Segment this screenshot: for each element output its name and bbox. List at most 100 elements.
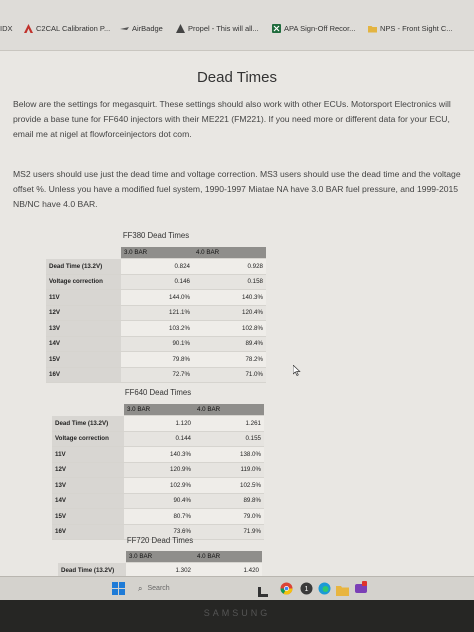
cell-3bar: 1.120 bbox=[124, 415, 194, 432]
cell-4bar: 138.0% bbox=[194, 446, 264, 463]
excel-icon bbox=[272, 24, 281, 33]
taskbar-search-label: Search bbox=[147, 585, 170, 592]
table-row: 12V 120.9% 119.0% bbox=[52, 462, 264, 478]
row-label: 15V bbox=[46, 351, 121, 368]
cell-4bar: 1.261 bbox=[194, 415, 264, 432]
mouse-cursor-icon bbox=[292, 363, 301, 381]
table-header-row: 3.0 BAR 4.0 BAR bbox=[52, 404, 264, 416]
row-label: 13V bbox=[46, 320, 121, 337]
header-3bar: 3.0 BAR bbox=[124, 404, 194, 416]
table-row: Voltage correction 0.146 0.158 bbox=[46, 274, 266, 290]
page-title: Dead Times bbox=[196, 69, 278, 86]
table-row: Dead Time (13.2V) 0.824 0.928 bbox=[46, 258, 266, 275]
cell-3bar: 80.7% bbox=[124, 508, 194, 525]
propel-icon bbox=[176, 24, 185, 33]
monitor-brand-logo: SAMSUNG bbox=[203, 608, 271, 618]
intro-paragraph: Below are the settings for megasquirt. T… bbox=[13, 99, 451, 139]
cell-3bar: 140.3% bbox=[124, 446, 194, 463]
cell-4bar: 0.158 bbox=[193, 274, 266, 290]
edge-icon[interactable] bbox=[318, 582, 331, 600]
cell-4bar: 89.4% bbox=[193, 336, 266, 352]
row-label: 12V bbox=[52, 462, 124, 478]
screen: IDX C2CAL Calibration P... AirBadge Prop… bbox=[0, 0, 474, 600]
cell-3bar: 121.1% bbox=[121, 305, 193, 321]
row-label: 12V bbox=[46, 305, 121, 321]
airbadge-icon bbox=[120, 24, 129, 33]
header-4bar: 4.0 BAR bbox=[194, 551, 262, 563]
bookmark-c2cal[interactable]: C2CAL Calibration P... bbox=[24, 24, 110, 33]
taskbar: ⌕ Search 1 bbox=[0, 576, 474, 600]
header-blank bbox=[58, 551, 126, 563]
cell-4bar: 0.928 bbox=[193, 258, 266, 275]
ms-note-paragraph: MS2 users should use just the dead time … bbox=[13, 169, 461, 209]
cell-4bar: 79.0% bbox=[194, 508, 264, 525]
cell-4bar: 140.3% bbox=[193, 289, 266, 306]
header-3bar: 3.0 BAR bbox=[126, 551, 194, 563]
taskbar-search-box[interactable]: ⌕ Search bbox=[138, 581, 238, 596]
row-label: 15V bbox=[52, 508, 124, 525]
cell-3bar: 72.7% bbox=[121, 367, 193, 383]
table-row: 13V 103.2% 102.8% bbox=[46, 320, 266, 337]
bookmark-idx[interactable]: IDX bbox=[0, 24, 13, 33]
cell-3bar: 90.4% bbox=[124, 493, 194, 509]
header-blank bbox=[52, 404, 124, 416]
table-row: Voltage correction 0.144 0.155 bbox=[52, 431, 264, 447]
c2cal-logo-icon bbox=[24, 24, 33, 33]
row-label: Voltage correction bbox=[52, 431, 124, 447]
row-label: 16V bbox=[46, 367, 121, 383]
cell-4bar: 102.5% bbox=[194, 477, 264, 494]
header-3bar: 3.0 BAR bbox=[121, 247, 193, 259]
row-label: Dead Time (13.2V) bbox=[46, 258, 121, 275]
table-row: 13V 102.9% 102.5% bbox=[52, 477, 264, 494]
ff640-table-title: FF640 Dead Times bbox=[124, 388, 192, 397]
table-row: 11V 140.3% 138.0% bbox=[52, 446, 264, 463]
ff380-table: 3.0 BAR 4.0 BAR Dead Time (13.2V) 0.824 0.… bbox=[46, 247, 266, 383]
table-row: 12V 121.1% 120.4% bbox=[46, 305, 266, 321]
table-row: 14V 90.4% 89.8% bbox=[52, 493, 264, 509]
bookmarks-bar: IDX C2CAL Calibration P... AirBadge Prop… bbox=[0, 0, 474, 51]
table-header-row: 3.0 BAR 4.0 BAR bbox=[58, 551, 262, 563]
cell-4bar: 102.8% bbox=[193, 320, 266, 337]
chrome-icon[interactable] bbox=[280, 582, 293, 600]
table-row: 14V 90.1% 89.4% bbox=[46, 336, 266, 352]
cell-3bar: 0.144 bbox=[124, 431, 194, 447]
svg-text:1: 1 bbox=[305, 586, 309, 593]
game-icon[interactable] bbox=[354, 581, 368, 600]
bookmark-apa[interactable]: APA Sign-Off Recor... bbox=[272, 24, 355, 33]
windows-start-icon[interactable] bbox=[112, 582, 125, 600]
row-label: Dead Time (13.2V) bbox=[52, 415, 124, 432]
folder-icon bbox=[368, 24, 377, 33]
file-explorer-icon[interactable] bbox=[258, 584, 268, 600]
cell-3bar: 0.824 bbox=[121, 258, 193, 275]
table-header-row: 3.0 BAR 4.0 BAR bbox=[46, 247, 266, 259]
ff640-table: 3.0 BAR 4.0 BAR Dead Time (13.2V) 1.120 1.… bbox=[52, 404, 264, 540]
bookmark-propel[interactable]: Propel - This will all... bbox=[176, 24, 259, 33]
cell-4bar: 71.0% bbox=[193, 367, 266, 383]
ff380-table-title: FF380 Dead Times bbox=[122, 231, 190, 240]
row-label: 11V bbox=[52, 446, 124, 463]
cell-3bar: 120.9% bbox=[124, 462, 194, 478]
row-label: 14V bbox=[46, 336, 121, 352]
bookmark-label: C2CAL Calibration P... bbox=[36, 24, 111, 33]
table-row: 15V 80.7% 79.0% bbox=[52, 508, 264, 525]
header-4bar: 4.0 BAR bbox=[194, 404, 264, 416]
row-label: Voltage correction bbox=[46, 274, 121, 290]
header-4bar: 4.0 BAR bbox=[193, 247, 266, 259]
cell-3bar: 103.2% bbox=[121, 320, 193, 337]
bookmark-nps[interactable]: NPS - Front Sight C... bbox=[368, 24, 453, 33]
bookmark-label: AirBadge bbox=[132, 24, 163, 33]
cell-3bar: 90.1% bbox=[121, 336, 193, 352]
bookmark-label: IDX bbox=[0, 24, 13, 33]
teams-icon[interactable]: 1 bbox=[300, 582, 313, 600]
bookmark-airbadge[interactable]: AirBadge bbox=[120, 24, 163, 33]
row-label: 11V bbox=[46, 289, 121, 306]
row-label: 14V bbox=[52, 493, 124, 509]
cell-3bar: 0.146 bbox=[121, 274, 193, 290]
cell-3bar: 102.9% bbox=[124, 477, 194, 494]
ff720-table: 3.0 BAR 4.0 BAR Dead Time (13.2V) 1.302 1.… bbox=[58, 551, 262, 579]
cell-4bar: 120.4% bbox=[193, 305, 266, 321]
cell-4bar: 119.0% bbox=[194, 462, 264, 478]
folder-icon[interactable] bbox=[336, 583, 349, 600]
web-page: Dead Times Below are the settings for me… bbox=[0, 51, 474, 579]
table-row: 16V 72.7% 71.0% bbox=[46, 367, 266, 383]
